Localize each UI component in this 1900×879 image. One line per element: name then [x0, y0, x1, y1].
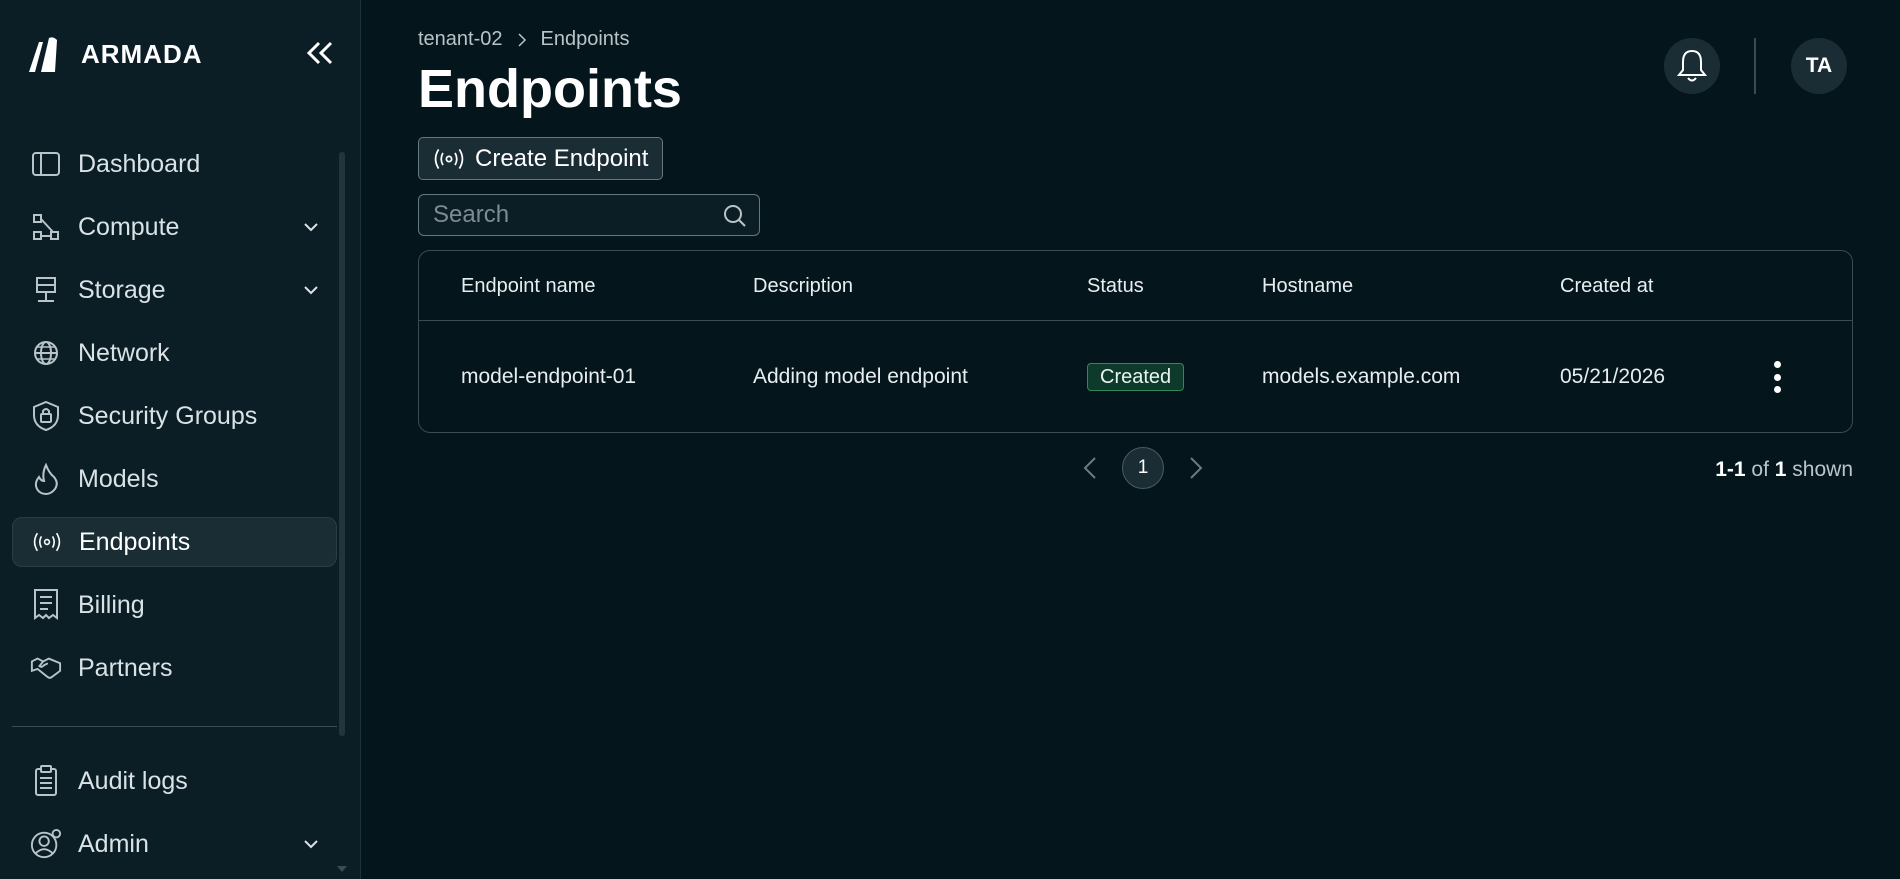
brand-logo[interactable]: ARMADA: [27, 34, 203, 74]
sidebar-item-models[interactable]: Models: [12, 454, 337, 504]
sidebar-item-label: Dashboard: [78, 149, 201, 178]
chevron-down-icon[interactable]: [299, 832, 323, 856]
dashboard-icon: [30, 148, 62, 180]
bell-icon: [1676, 49, 1708, 82]
double-chevron-left-icon: [306, 41, 333, 65]
sidebar-item-label: Billing: [78, 590, 145, 619]
sidebar-item-security-groups[interactable]: Security Groups: [12, 391, 337, 441]
sidebar-item-audit-logs[interactable]: Audit logs: [12, 756, 337, 806]
notifications-button[interactable]: [1664, 38, 1720, 94]
sidebar-item-admin[interactable]: Admin: [12, 819, 337, 869]
user-gear-icon: [30, 828, 62, 860]
chevron-right-icon: [517, 32, 526, 47]
sidebar-bottom-nav: Audit logs Admin: [12, 756, 337, 879]
sidebar-scrollbar[interactable]: [339, 152, 345, 736]
column-header-endpoint-name[interactable]: Endpoint name: [461, 275, 596, 298]
page-title: Endpoints: [418, 59, 682, 119]
sidebar-item-label: Storage: [78, 275, 166, 304]
sidebar-item-label: Network: [78, 338, 170, 367]
sidebar-item-label: Models: [78, 464, 159, 493]
previous-page-button[interactable]: [1080, 453, 1100, 483]
search-input[interactable]: [433, 201, 713, 229]
page-number-button[interactable]: 1: [1122, 447, 1164, 489]
pagination: 1: [1080, 447, 1206, 489]
sidebar-item-billing[interactable]: Billing: [12, 580, 337, 630]
cell-endpoint-name: model-endpoint-01: [461, 365, 637, 388]
sidebar-item-network[interactable]: Network: [12, 328, 337, 378]
search-icon[interactable]: [723, 204, 747, 228]
cell-hostname: models.example.com: [1262, 365, 1461, 388]
broadcast-icon: [31, 526, 63, 558]
create-endpoint-label: Create Endpoint: [475, 144, 649, 172]
results-shown: shown: [1792, 458, 1853, 481]
column-header-created-at[interactable]: Created at: [1560, 275, 1653, 298]
chevron-down-icon[interactable]: [299, 278, 323, 302]
scroll-down-arrow-icon[interactable]: [337, 866, 347, 872]
flame-icon: [30, 463, 62, 495]
storage-icon: [30, 274, 62, 306]
chevron-left-icon: [1083, 457, 1096, 479]
sidebar-item-label: Audit logs: [78, 766, 188, 795]
compute-icon: [30, 211, 62, 243]
create-endpoint-button[interactable]: Create Endpoint: [418, 137, 664, 180]
sidebar-item-storage[interactable]: Storage: [12, 265, 337, 315]
avatar[interactable]: TA: [1791, 38, 1847, 94]
sidebar-item-label: Endpoints: [79, 527, 191, 556]
sidebar-item-label: Admin: [78, 829, 149, 858]
sidebar-nav: Dashboard Compute Storage Network Securi…: [12, 139, 337, 706]
status-badge: Created: [1087, 363, 1185, 391]
breadcrumb-tenant[interactable]: tenant-02: [418, 28, 503, 51]
handshake-icon: [30, 652, 62, 684]
sidebar-item-compute[interactable]: Compute: [12, 202, 337, 252]
chevron-right-icon: [1190, 457, 1203, 479]
search-box: [418, 194, 760, 236]
globe-icon: [30, 337, 62, 369]
column-header-status[interactable]: Status: [1087, 275, 1144, 298]
results-range: 1-1: [1715, 458, 1746, 481]
sidebar: ARMADA Dashboard Compute Storage Network…: [0, 0, 361, 879]
results-total: 1: [1774, 458, 1787, 481]
results-count: 1-1 of 1 shown: [1715, 458, 1853, 482]
receipt-icon: [30, 589, 62, 621]
table-header: Endpoint name Description Status Hostnam…: [419, 251, 1852, 321]
breadcrumb-current: Endpoints: [540, 28, 630, 50]
row-actions-kebab-icon[interactable]: [1765, 359, 1789, 395]
sidebar-item-endpoints[interactable]: Endpoints: [12, 517, 337, 567]
breadcrumb: tenant-02 Endpoints: [418, 28, 629, 51]
sidebar-item-label: Compute: [78, 212, 180, 241]
armada-logo-icon: [29, 37, 57, 72]
column-header-description[interactable]: Description: [753, 275, 853, 298]
column-header-hostname[interactable]: Hostname: [1262, 275, 1353, 298]
sidebar-item-label: Partners: [78, 653, 173, 682]
header-divider: [1754, 38, 1756, 94]
shield-lock-icon: [30, 400, 62, 432]
broadcast-icon: [434, 148, 464, 169]
sidebar-divider: [12, 726, 337, 727]
table-row[interactable]: model-endpoint-01 Adding model endpoint …: [419, 321, 1852, 434]
sidebar-item-label: Security Groups: [78, 401, 258, 430]
cell-created-at: 05/21/2026: [1560, 365, 1666, 388]
endpoints-table: Endpoint name Description Status Hostnam…: [418, 250, 1853, 433]
brand-name: ARMADA: [81, 38, 203, 69]
results-of: of: [1751, 458, 1769, 481]
collapse-sidebar-button[interactable]: [303, 36, 337, 70]
cell-description: Adding model endpoint: [753, 365, 968, 388]
next-page-button[interactable]: [1186, 453, 1206, 483]
clipboard-icon: [30, 765, 62, 797]
sidebar-item-dashboard[interactable]: Dashboard: [12, 139, 337, 189]
chevron-down-icon[interactable]: [299, 215, 323, 239]
sidebar-item-partners[interactable]: Partners: [12, 643, 337, 693]
